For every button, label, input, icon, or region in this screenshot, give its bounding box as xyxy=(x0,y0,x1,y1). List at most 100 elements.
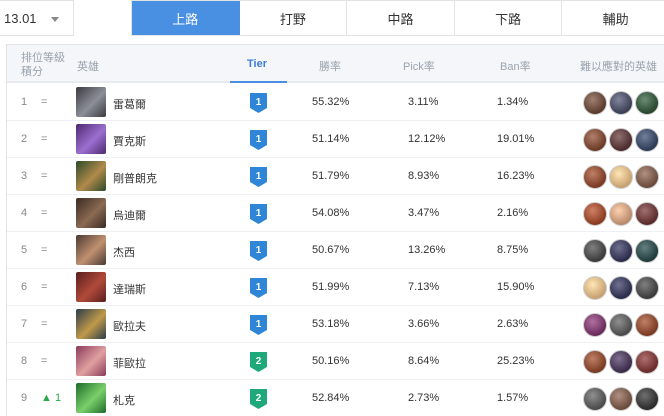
header-win-rate[interactable]: 勝率 xyxy=(319,58,341,74)
counter-champion-icon[interactable] xyxy=(635,350,659,374)
champion-name[interactable]: 達瑞斯 xyxy=(113,281,146,297)
champion-portrait[interactable] xyxy=(76,383,106,413)
header-rank[interactable]: 排位等級 積分 xyxy=(21,51,73,79)
ban-rate: 19.01% xyxy=(497,133,535,145)
counter-champion-icon[interactable] xyxy=(635,91,659,115)
rank-number: 5 xyxy=(21,244,28,256)
tier-value: 1 xyxy=(256,208,262,219)
ban-rate: 16.23% xyxy=(497,170,535,182)
rank-number: 8 xyxy=(21,355,28,367)
counter-champion-icon[interactable] xyxy=(609,165,633,189)
champion-name[interactable]: 剛普朗克 xyxy=(113,170,157,186)
champion-name[interactable]: 札克 xyxy=(113,392,135,408)
champion-portrait[interactable] xyxy=(76,346,106,376)
tier-badge-icon: 1 xyxy=(250,93,267,113)
tier-value: 1 xyxy=(256,319,262,330)
counter-champions xyxy=(583,202,659,226)
counter-champion-icon[interactable] xyxy=(583,165,607,189)
table-row[interactable]: 7 = 歐拉夫 1 53.18% 3.66% 2.63% xyxy=(7,306,664,343)
pick-rate: 3.47% xyxy=(408,207,440,219)
pick-rate: 2.73% xyxy=(408,392,440,404)
counter-champion-icon[interactable] xyxy=(635,387,659,411)
header-tier[interactable]: Tier xyxy=(247,58,267,70)
tier-badge-icon: 2 xyxy=(250,352,267,372)
table-row[interactable]: 9 ▲ 1 札克 2 52.84% 2.73% 1.57% xyxy=(7,380,664,416)
header-ban-rate[interactable]: Ban率 xyxy=(500,58,531,74)
counter-champion-icon[interactable] xyxy=(583,387,607,411)
counter-champion-icon[interactable] xyxy=(609,91,633,115)
counter-champion-icon[interactable] xyxy=(609,313,633,337)
pick-rate: 3.11% xyxy=(408,96,439,108)
champion-name[interactable]: 烏迪爾 xyxy=(113,207,146,223)
counter-champion-icon[interactable] xyxy=(635,276,659,300)
counter-champion-icon[interactable] xyxy=(583,128,607,152)
counter-champions xyxy=(583,128,659,152)
champion-portrait[interactable] xyxy=(76,198,106,228)
rank-number: 3 xyxy=(21,170,28,182)
counter-champion-icon[interactable] xyxy=(583,276,607,300)
version-select[interactable]: 13.01 xyxy=(0,0,74,36)
table-row[interactable]: 2 = 賈克斯 1 51.14% 12.12% 19.01% xyxy=(7,121,664,158)
counter-champion-icon[interactable] xyxy=(583,350,607,374)
counter-champion-icon[interactable] xyxy=(635,165,659,189)
counter-champion-icon[interactable] xyxy=(609,387,633,411)
counter-champion-icon[interactable] xyxy=(635,128,659,152)
ban-rate: 25.23% xyxy=(497,355,535,367)
counter-champion-icon[interactable] xyxy=(583,239,607,263)
counter-champion-icon[interactable] xyxy=(635,239,659,263)
counter-champion-icon[interactable] xyxy=(635,313,659,337)
ban-rate: 2.16% xyxy=(497,207,529,219)
champion-portrait[interactable] xyxy=(76,87,106,117)
tier-badge-icon: 2 xyxy=(250,389,267,409)
table-row[interactable]: 3 = 剛普朗克 1 51.79% 8.93% 16.23% xyxy=(7,158,664,195)
tier-badge-icon: 1 xyxy=(250,241,267,261)
counter-champion-icon[interactable] xyxy=(609,276,633,300)
champion-name[interactable]: 賈克斯 xyxy=(113,133,146,149)
win-rate: 50.16% xyxy=(312,355,350,367)
pick-rate: 12.12% xyxy=(408,133,446,145)
tab-support[interactable]: 輔助 xyxy=(562,1,664,35)
pick-rate: 8.93% xyxy=(408,170,440,182)
header-champion: 英雄 xyxy=(77,61,99,73)
champion-portrait[interactable] xyxy=(76,235,106,265)
ban-rate: 2.63% xyxy=(497,318,529,330)
tab-top[interactable]: 上路 xyxy=(132,1,240,35)
counter-champion-icon[interactable] xyxy=(609,128,633,152)
champion-portrait[interactable] xyxy=(76,124,106,154)
table-row[interactable]: 6 = 達瑞斯 1 51.99% 7.13% 15.90% xyxy=(7,269,664,306)
counter-champions xyxy=(583,239,659,263)
table-header: 排位等級 積分 英雄 Tier 勝率 Pick率 Ban率 難以應對的英雄 xyxy=(7,45,664,83)
table-row[interactable]: 5 = 杰西 1 50.67% 13.26% 8.75% xyxy=(7,232,664,269)
table-row[interactable]: 1 = 雷葛爾 1 55.32% 3.11% 1.34% xyxy=(7,84,664,121)
counter-champion-icon[interactable] xyxy=(609,239,633,263)
header-pick-rate[interactable]: Pick率 xyxy=(403,58,435,74)
counter-champion-icon[interactable] xyxy=(635,202,659,226)
lane-tabs: 上路 打野 中路 下路 輔助 xyxy=(131,0,664,36)
champion-name[interactable]: 杰西 xyxy=(113,244,135,260)
champion-name[interactable]: 菲歐拉 xyxy=(113,355,146,371)
counter-champions xyxy=(583,165,659,189)
pick-rate: 7.13% xyxy=(408,281,440,293)
champion-portrait[interactable] xyxy=(76,309,106,339)
pick-rate: 3.66% xyxy=(408,318,440,330)
champion-name[interactable]: 歐拉夫 xyxy=(113,318,146,334)
counter-champion-icon[interactable] xyxy=(583,202,607,226)
rank-number: 6 xyxy=(21,281,28,293)
champion-portrait[interactable] xyxy=(76,161,106,191)
tab-bot[interactable]: 下路 xyxy=(454,1,563,35)
tab-jungle[interactable]: 打野 xyxy=(239,1,348,35)
table-row[interactable]: 8 = 菲歐拉 2 50.16% 8.64% 25.23% xyxy=(7,343,664,380)
tab-mid[interactable]: 中路 xyxy=(347,1,455,35)
champion-portrait[interactable] xyxy=(76,272,106,302)
rank-trend: ▲ 1 xyxy=(41,392,62,404)
counter-champion-icon[interactable] xyxy=(609,202,633,226)
counter-champion-icon[interactable] xyxy=(583,313,607,337)
champion-name[interactable]: 雷葛爾 xyxy=(113,96,146,112)
counter-champion-icon[interactable] xyxy=(609,350,633,374)
rank-trend: = xyxy=(41,318,48,330)
table-row[interactable]: 4 = 烏迪爾 1 54.08% 3.47% 2.16% xyxy=(7,195,664,232)
counter-champions xyxy=(583,91,659,115)
ban-rate: 1.57% xyxy=(497,392,529,404)
counter-champion-icon[interactable] xyxy=(583,91,607,115)
rank-trend: = xyxy=(41,133,48,145)
